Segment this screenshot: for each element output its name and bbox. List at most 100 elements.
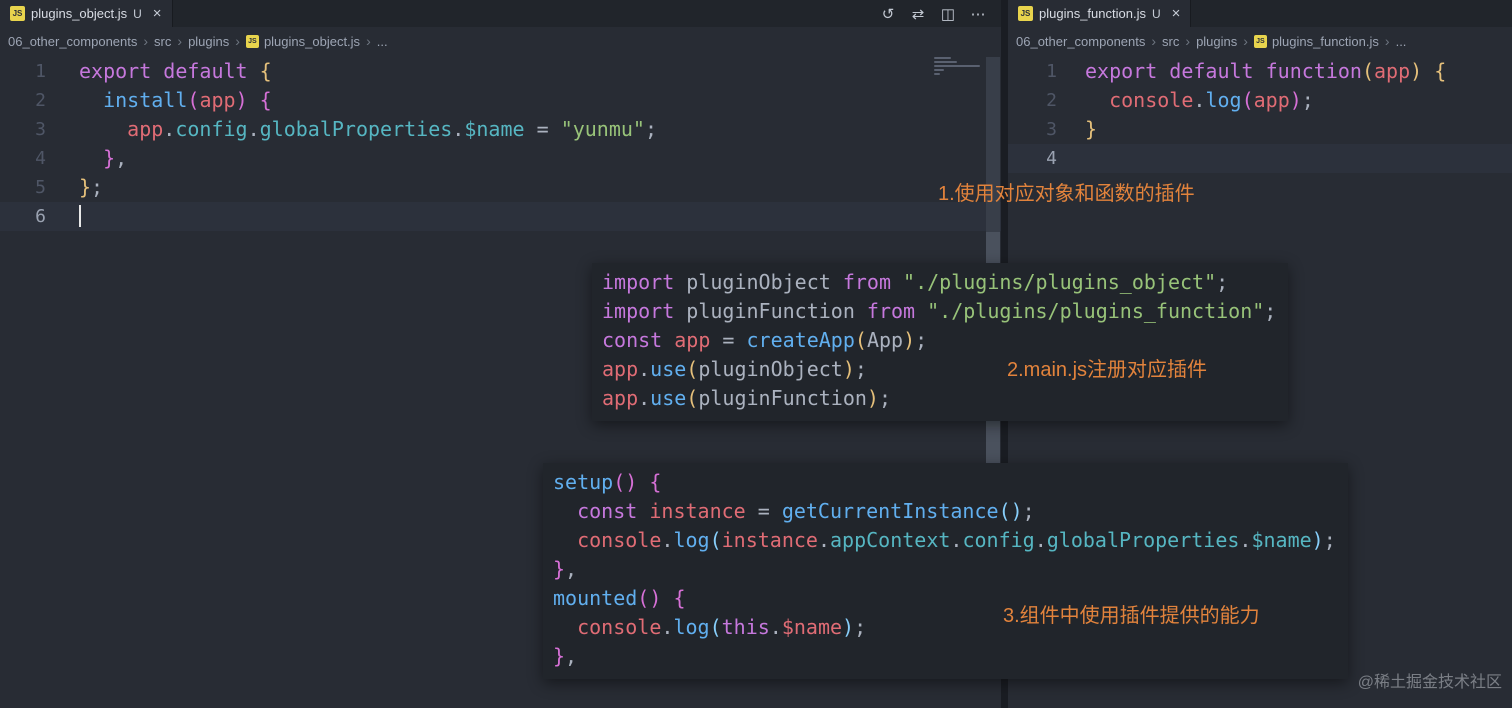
close-tab-icon[interactable]: ×	[153, 5, 162, 22]
chevron-right-icon: ›	[1185, 33, 1191, 49]
open-changes-icon[interactable]: ⇄	[907, 5, 929, 23]
code-text: app.config.globalProperties.$name = "yun…	[127, 117, 658, 141]
text-cursor	[79, 205, 81, 227]
chevron-right-icon: ›	[143, 33, 149, 49]
breadcrumb-left: 06_other_components › src › plugins › JS plugin…	[0, 27, 1001, 55]
breadcrumb-item[interactable]: ...	[377, 34, 388, 49]
line-number: 2	[35, 90, 46, 111]
breadcrumb-item[interactable]: 06_other_components	[8, 34, 137, 49]
code-line[interactable]: const instance = getCurrentInstance();	[553, 497, 1336, 526]
more-actions-icon[interactable]: ⋯	[967, 5, 989, 23]
code-text: import pluginFunction from "./plugins/pl…	[602, 299, 1277, 323]
breadcrumb-item[interactable]: JS plugins_object.js	[245, 34, 360, 49]
breadcrumb-right: 06_other_components › src › plugins › JS plugin…	[1008, 27, 1512, 55]
code-text: console.log(instance.appContext.config.g…	[577, 528, 1336, 552]
minimap[interactable]	[934, 57, 984, 83]
js-file-icon: JS	[245, 34, 259, 48]
breadcrumb-item[interactable]: plugins	[188, 34, 229, 49]
code-text: app.use(pluginObject);	[602, 357, 867, 381]
code-line[interactable]: import pluginObject from "./plugins/plug…	[602, 268, 1276, 297]
tabbar-left: JS plugins_object.js U × ↺ ⇄ ◫ ⋯	[0, 0, 1001, 27]
code-text: setup() {	[553, 470, 662, 494]
chevron-right-icon: ›	[1151, 33, 1157, 49]
tab-plugins-function[interactable]: JS plugins_function.js U ×	[1008, 0, 1192, 27]
line-number: 3	[1046, 119, 1057, 140]
modified-indicator: U	[133, 6, 142, 21]
tabbar-right: JS plugins_function.js U ×	[1008, 0, 1512, 27]
code-line[interactable]: 3 app.config.globalProperties.$name = "y…	[0, 115, 1001, 144]
close-tab-icon[interactable]: ×	[1172, 5, 1181, 22]
code-line[interactable]: },	[553, 642, 1336, 671]
js-file-icon: JS	[10, 6, 25, 21]
code-text	[79, 202, 81, 231]
tab-plugins-object[interactable]: JS plugins_object.js U ×	[0, 0, 173, 27]
annotation-step-2: 2.main.js注册对应插件	[1007, 359, 1208, 381]
chevron-right-icon: ›	[177, 33, 183, 49]
tab-label: plugins_function.js	[1039, 6, 1146, 21]
editor-group-actions: ↺ ⇄ ◫ ⋯	[877, 0, 1001, 27]
code-snippet-main-js: import pluginObject from "./plugins/plug…	[592, 263, 1289, 421]
code-editor-right[interactable]: 1 export default function(app) { 2 console…	[1008, 55, 1512, 173]
split-editor-icon[interactable]: ◫	[937, 5, 959, 23]
code-line[interactable]: },	[553, 555, 1336, 584]
code-line[interactable]: app.use(pluginFunction);	[602, 384, 1276, 413]
breadcrumb-item[interactable]: src	[154, 34, 171, 49]
code-line[interactable]: 4	[1008, 144, 1512, 173]
code-editor-left[interactable]: 1 export default {2 install(app) {3 app.c…	[0, 55, 1001, 231]
breadcrumb-item[interactable]: JS plugins_function.js	[1253, 34, 1379, 49]
code-text: }	[1085, 117, 1098, 141]
line-number: 4	[35, 148, 46, 169]
js-file-icon: JS	[1253, 34, 1267, 48]
line-number: 1	[1046, 61, 1057, 82]
chevron-right-icon: ›	[1243, 33, 1248, 49]
code-line[interactable]: 6	[0, 202, 1001, 231]
line-number: 6	[35, 206, 46, 227]
line-number: 2	[1046, 90, 1057, 111]
breadcrumb-item[interactable]: src	[1162, 34, 1179, 49]
code-line[interactable]: import pluginFunction from "./plugins/pl…	[602, 297, 1276, 326]
chevron-right-icon: ›	[366, 33, 371, 49]
line-number: 4	[1046, 148, 1057, 169]
js-file-icon: JS	[1018, 6, 1033, 21]
line-number: 1	[35, 61, 46, 82]
code-line[interactable]: 1 export default {	[0, 57, 1001, 86]
code-snippet-component: setup() { const instance = getCurrentIns…	[543, 463, 1348, 679]
chevron-right-icon: ›	[235, 33, 240, 49]
code-text: export default function(app) {	[1085, 59, 1447, 83]
code-line[interactable]: const app = createApp(App);	[602, 326, 1276, 355]
breadcrumb-item[interactable]: 06_other_components	[1016, 34, 1145, 49]
code-line[interactable]: setup() {	[553, 468, 1336, 497]
line-number: 3	[35, 119, 46, 140]
code-text: };	[79, 175, 104, 199]
history-icon[interactable]: ↺	[877, 5, 899, 23]
code-line[interactable]: 5};	[0, 173, 1001, 202]
code-text: console.log(this.$name);	[577, 615, 867, 639]
code-line[interactable]: 4 },	[0, 144, 1001, 173]
code-text: },	[553, 557, 578, 581]
code-line[interactable]: console.log(instance.appContext.config.g…	[553, 526, 1336, 555]
code-text: export default {	[79, 59, 272, 83]
code-text: import pluginObject from "./plugins/plug…	[602, 270, 1229, 294]
chevron-right-icon: ›	[1384, 33, 1390, 49]
code-line[interactable]: 3}	[1008, 115, 1512, 144]
code-text: console.log(app);	[1109, 88, 1314, 112]
watermark: @稀土掘金技术社区	[1357, 674, 1502, 691]
annotation-step-3: 3.组件中使用插件提供的能力	[1003, 605, 1260, 627]
modified-indicator: U	[1151, 6, 1161, 21]
vscode-window: JS plugins_object.js U × ↺ ⇄ ◫ ⋯ 06_other_c…	[0, 0, 1512, 708]
breadcrumb-item[interactable]: plugins	[1196, 34, 1237, 49]
code-text: const app = createApp(App);	[602, 328, 928, 352]
code-text: },	[103, 146, 128, 170]
code-text: },	[553, 644, 578, 668]
code-line[interactable]: 2 install(app) {	[0, 86, 1001, 115]
tab-label: plugins_object.js	[31, 6, 128, 21]
code-text: mounted() {	[553, 586, 686, 610]
code-line[interactable]: 1 export default function(app) {	[1008, 57, 1512, 86]
code-text: install(app) {	[103, 88, 272, 112]
line-number: 5	[35, 177, 46, 198]
code-line[interactable]: 2 console.log(app);	[1008, 86, 1512, 115]
breadcrumb-item[interactable]: ...	[1396, 34, 1407, 49]
annotation-step-1: 1.使用对应对象和函数的插件	[938, 183, 1195, 205]
code-text: app.use(pluginFunction);	[602, 386, 892, 410]
code-text: const instance = getCurrentInstance();	[577, 499, 1035, 523]
